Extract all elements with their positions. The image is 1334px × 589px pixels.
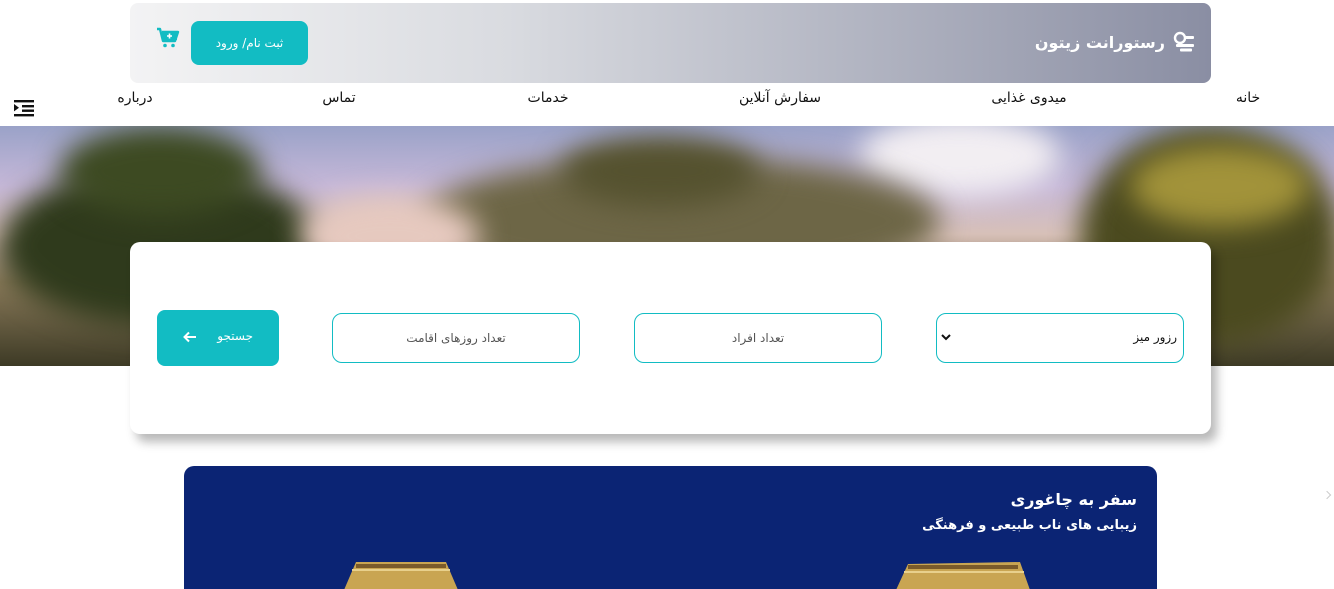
menu-collapse-icon[interactable] bbox=[14, 99, 34, 117]
reservation-type-select[interactable]: رزور میز bbox=[936, 313, 1184, 363]
login-register-button[interactable]: ثبت نام/ ورود bbox=[191, 21, 308, 65]
nav-services[interactable]: خدمات bbox=[528, 90, 569, 106]
stay-days-input[interactable] bbox=[332, 313, 580, 363]
nav-food-menu[interactable]: میدوی غذایی bbox=[991, 90, 1066, 106]
brand[interactable]: رستورانت زیتون bbox=[1035, 31, 1195, 53]
restaurant-logo-icon bbox=[1173, 31, 1194, 52]
pavilion-roof-image bbox=[344, 562, 458, 589]
promo-banner[interactable]: سفر به چاغوری زیبایی های ناب طبیعی و فره… bbox=[184, 466, 1157, 589]
promo-title: سفر به چاغوری bbox=[1010, 490, 1137, 509]
nav-about[interactable]: درباره bbox=[117, 90, 152, 106]
cart-add-icon[interactable] bbox=[156, 27, 180, 49]
arrow-left-icon bbox=[183, 331, 196, 343]
scroll-hint-icon bbox=[1322, 490, 1332, 500]
nav-home[interactable]: خانه bbox=[1236, 90, 1260, 106]
nav-online-order[interactable]: سفارش آنلاین bbox=[739, 90, 821, 106]
booking-card: رزور میز جستجو bbox=[130, 242, 1211, 434]
main-nav: خانه میدوی غذایی سفارش آنلاین خدمات تماس… bbox=[0, 86, 1334, 114]
reservation-type-value: رزور میز bbox=[1133, 330, 1177, 344]
promo-subtitle: زیبایی های ناب طبیعی و فرهنگی bbox=[922, 518, 1137, 533]
chevron-down-icon bbox=[941, 334, 951, 341]
nav-contact[interactable]: تماس bbox=[322, 90, 355, 106]
header-bar: رستورانت زیتون ثبت نام/ ورود bbox=[130, 3, 1211, 83]
people-count-input[interactable] bbox=[634, 313, 882, 363]
brand-name: رستورانت زیتون bbox=[1034, 32, 1165, 52]
search-button-label: جستجو bbox=[217, 329, 253, 343]
pavilion-roof-image bbox=[896, 562, 1030, 589]
search-button[interactable]: جستجو bbox=[157, 310, 279, 366]
